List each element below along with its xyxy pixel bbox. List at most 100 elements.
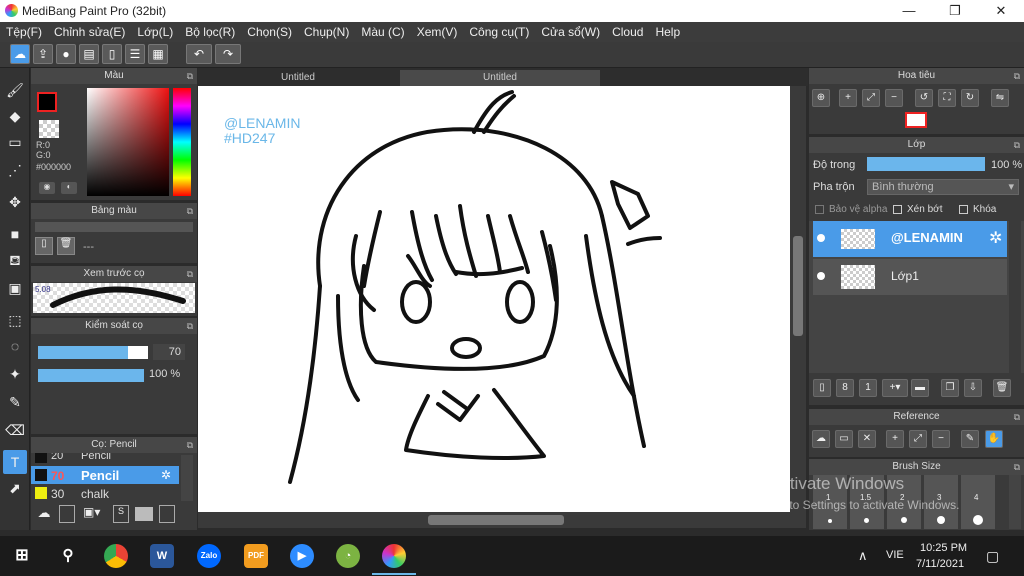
- menu-layer[interactable]: Lớp(L): [137, 25, 173, 39]
- pin-icon[interactable]: ⧉: [187, 266, 193, 282]
- navigator-thumbnail[interactable]: [905, 112, 927, 128]
- search-icon[interactable]: ⚲: [56, 544, 80, 568]
- minimize-button[interactable]: —: [886, 0, 932, 22]
- folder-icon[interactable]: [135, 507, 153, 521]
- zalo-icon[interactable]: Zalo: [197, 544, 221, 568]
- palette-icon[interactable]: ◉: [39, 182, 55, 194]
- undo-icon[interactable]: ↶: [186, 44, 212, 64]
- fullscreen-icon[interactable]: ⛶: [938, 89, 956, 107]
- brush-size-slider[interactable]: [38, 346, 148, 359]
- zoom-out-icon[interactable]: −: [885, 89, 903, 107]
- menu-view[interactable]: Xem(V): [417, 25, 458, 39]
- select-rect-tool-icon[interactable]: ⬚: [3, 308, 27, 332]
- cloud-reference-icon[interactable]: ☁: [812, 430, 830, 448]
- close-button[interactable]: ✕: [978, 0, 1024, 22]
- merge-layer-icon[interactable]: ⇩: [964, 379, 982, 397]
- menu-snap[interactable]: Chụp(N): [304, 25, 349, 39]
- gradient-tool-icon[interactable]: ▣: [3, 276, 27, 300]
- scroll-thumb[interactable]: [793, 236, 803, 336]
- menu-filter[interactable]: Bộ lọc(R): [185, 25, 235, 39]
- duplicate-icon[interactable]: [159, 505, 175, 523]
- redo-icon[interactable]: ↷: [215, 44, 241, 64]
- brush-size-scrollbar[interactable]: [1009, 475, 1021, 529]
- rotate-left-icon[interactable]: ↺: [915, 89, 933, 107]
- zoom-in-icon[interactable]: +: [839, 89, 857, 107]
- magic-wand-tool-icon[interactable]: ✦: [3, 362, 27, 386]
- canvas-horizontal-scrollbar[interactable]: [198, 512, 806, 528]
- new-halftone-layer-icon[interactable]: 8: [836, 379, 854, 397]
- dot-tool-icon[interactable]: ⋰: [3, 158, 27, 182]
- duplicate-layer-icon[interactable]: ❐: [941, 379, 959, 397]
- text-tool-icon[interactable]: T: [3, 450, 27, 474]
- pin-icon[interactable]: ⧉: [1014, 137, 1020, 153]
- brush-size-value[interactable]: 70: [153, 344, 185, 360]
- pin-icon[interactable]: ⧉: [187, 68, 193, 84]
- maximize-button[interactable]: ❐: [932, 0, 978, 22]
- pin-icon[interactable]: ⧉: [1014, 459, 1020, 475]
- tab-untitled-2[interactable]: Untitled: [400, 70, 600, 86]
- canvas-vertical-scrollbar[interactable]: [790, 86, 806, 512]
- add-layer-menu-icon[interactable]: +▾: [882, 379, 908, 397]
- windows-start-icon[interactable]: ⊞: [10, 544, 34, 568]
- scroll-thumb[interactable]: [428, 515, 564, 525]
- grid-icon[interactable]: ▦: [148, 44, 168, 64]
- transparent-color-swatch[interactable]: [39, 120, 59, 138]
- clock-time[interactable]: 10:25 PM: [920, 542, 967, 554]
- cloud-download-icon[interactable]: ☁: [35, 505, 53, 523]
- menu-edit[interactable]: Chỉnh sửa(E): [54, 25, 125, 39]
- comment-icon[interactable]: ●: [56, 44, 76, 64]
- pin-icon[interactable]: ⧉: [1014, 68, 1020, 84]
- bucket-tool-icon[interactable]: ⛾: [3, 248, 27, 272]
- select-eraser-tool-icon[interactable]: ⌫: [3, 418, 27, 442]
- layer-item[interactable]: Lớp1: [813, 259, 1007, 295]
- clipping-checkbox[interactable]: [893, 205, 902, 214]
- hue-slider[interactable]: [173, 88, 191, 196]
- pin-icon[interactable]: ⧉: [1014, 409, 1020, 425]
- gear-icon[interactable]: ✲: [161, 468, 171, 482]
- zoom-out-icon[interactable]: −: [932, 430, 950, 448]
- palette-scrollbar[interactable]: [35, 222, 193, 232]
- new-layer-icon[interactable]: ▯: [813, 379, 831, 397]
- foreground-color-swatch[interactable]: [37, 92, 57, 112]
- share-icon[interactable]: ⇪: [33, 44, 53, 64]
- move-tool-icon[interactable]: ✥: [3, 190, 27, 214]
- brush-list-scrollbar[interactable]: [181, 455, 193, 501]
- pin-icon[interactable]: ⧉: [187, 318, 193, 334]
- fit-window-icon[interactable]: ⤢: [862, 89, 880, 107]
- fit-window-icon[interactable]: ⤢: [909, 430, 927, 448]
- lock-checkbox[interactable]: [959, 205, 968, 214]
- protect-alpha-checkbox[interactable]: [815, 205, 824, 214]
- flip-icon[interactable]: ⇋: [991, 89, 1009, 107]
- chevron-up-icon[interactable]: ∧: [858, 548, 868, 564]
- list-icon[interactable]: ☰: [125, 44, 145, 64]
- color-saturation-picker[interactable]: [87, 88, 169, 196]
- brush-opacity-slider[interactable]: [38, 369, 144, 382]
- menu-select[interactable]: Chọn(S): [247, 25, 292, 39]
- chrome-icon[interactable]: [104, 544, 128, 568]
- new-1bit-layer-icon[interactable]: 1: [859, 379, 877, 397]
- language-indicator[interactable]: VIE: [886, 549, 904, 561]
- hand-icon[interactable]: ✋: [985, 430, 1003, 448]
- lasso-tool-icon[interactable]: ◌: [3, 334, 27, 358]
- menu-color[interactable]: Màu (C): [361, 25, 404, 39]
- brush-tool-icon[interactable]: 🖌: [3, 78, 27, 102]
- layer-list-scrollbar[interactable]: [1009, 221, 1021, 373]
- chat-icon[interactable]: ▤: [79, 44, 99, 64]
- rectangle-tool-icon[interactable]: ▭: [3, 130, 27, 154]
- layer-item-selected[interactable]: @LENAMIN ✲: [813, 221, 1007, 257]
- eye-icon[interactable]: [817, 234, 825, 242]
- tab-untitled-1[interactable]: Untitled: [198, 70, 398, 86]
- drawing-canvas[interactable]: @LENAMIN #HD247: [198, 86, 790, 512]
- brush-list-item-selected[interactable]: 70 Pencil ✲: [31, 466, 179, 484]
- close-reference-icon[interactable]: ✕: [858, 430, 876, 448]
- blend-mode-select[interactable]: Bình thường ▾: [867, 179, 1019, 195]
- clock-date[interactable]: 7/11/2021: [916, 558, 964, 570]
- eraser-tool-icon[interactable]: ◆: [3, 104, 27, 128]
- gear-icon[interactable]: ✲: [989, 228, 1002, 248]
- delete-layer-icon[interactable]: 🗑: [993, 379, 1011, 397]
- medibang-taskbar-icon[interactable]: [382, 544, 406, 568]
- open-folder-icon[interactable]: ▭: [835, 430, 853, 448]
- menu-window[interactable]: Cửa sổ(W): [541, 25, 600, 39]
- new-brush-icon[interactable]: [59, 505, 75, 523]
- eyedrop-icon[interactable]: ◐: [61, 182, 77, 194]
